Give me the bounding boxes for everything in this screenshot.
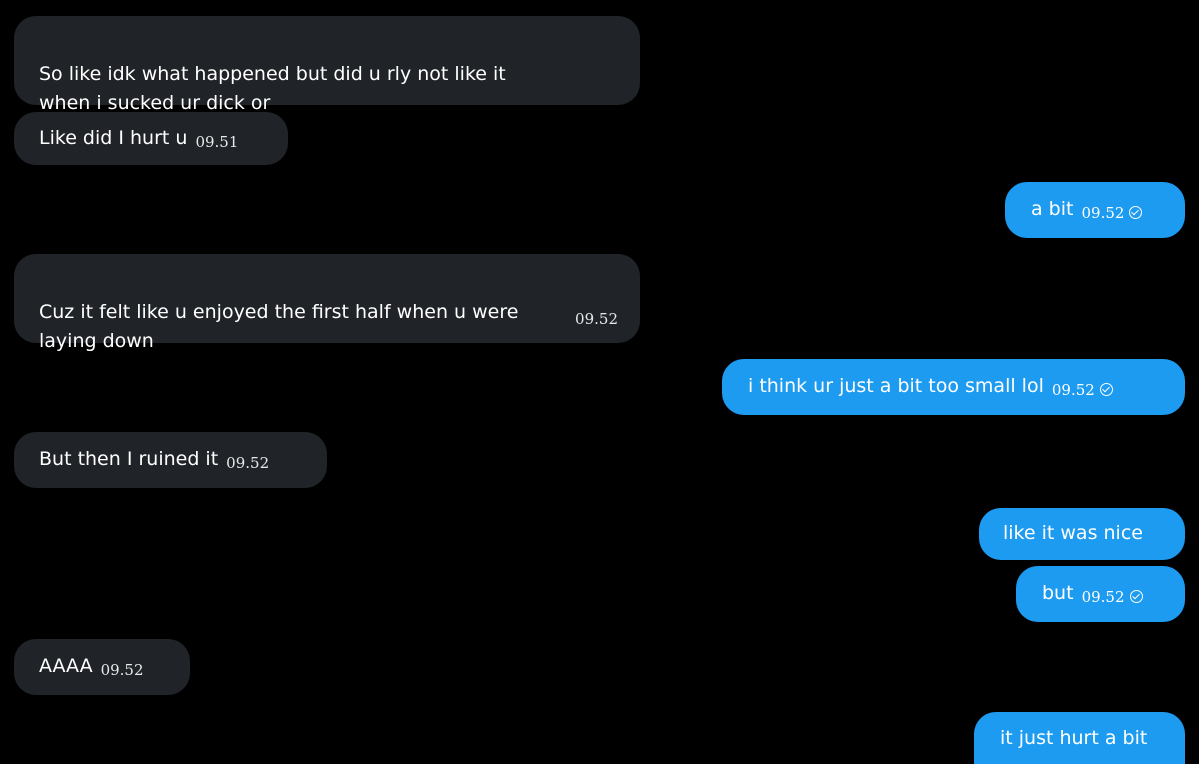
message-timestamp: 09.52 — [1081, 204, 1143, 222]
message-text: Like did I hurt u — [39, 127, 188, 149]
message-timestamp: 09.51 — [195, 133, 239, 151]
message-timestamp: 09.52 — [226, 454, 270, 472]
message-timestamp: 09.52 — [100, 661, 144, 679]
check-circle-icon — [1129, 590, 1143, 603]
message-text: But then I ruined it — [39, 448, 219, 470]
message-text: AAAA — [39, 655, 93, 677]
message-text: like it was nice — [1003, 522, 1143, 544]
message-text: a bit — [1031, 198, 1074, 220]
message-bubble-incoming[interactable]: But then I ruined it 09.52 — [14, 432, 327, 488]
message-text: but — [1042, 582, 1074, 604]
check-circle-icon — [1099, 383, 1113, 396]
message-timestamp: 09.52 — [575, 310, 618, 328]
message-bubble-outgoing[interactable]: i think ur just a bit too small lol 09.52 — [722, 359, 1185, 415]
message-bubble-outgoing[interactable]: it just hurt a bit — [974, 712, 1185, 764]
message-bubble-outgoing[interactable]: but 09.52 — [1016, 566, 1185, 622]
message-bubble-outgoing[interactable]: like it was nice — [979, 508, 1185, 560]
message-text: i think ur just a bit too small lol — [748, 375, 1044, 397]
message-timestamp: 09.52 — [1082, 588, 1143, 606]
message-bubble-incoming[interactable]: So like idk what happened but did u rly … — [14, 16, 640, 114]
message-bubble-incoming[interactable]: AAAA 09.52 — [14, 639, 190, 695]
message-text: it just hurt a bit — [1000, 727, 1148, 749]
message-bubble-incoming[interactable]: Cuz it felt like u enjoyed the first hal… — [14, 254, 640, 352]
message-timestamp: 09.52 — [1052, 381, 1113, 399]
message-bubble-incoming[interactable]: Like did I hurt u 09.51 — [14, 112, 288, 165]
check-circle-icon — [1129, 206, 1143, 219]
message-bubble-outgoing[interactable]: a bit 09.52 — [1005, 182, 1185, 238]
